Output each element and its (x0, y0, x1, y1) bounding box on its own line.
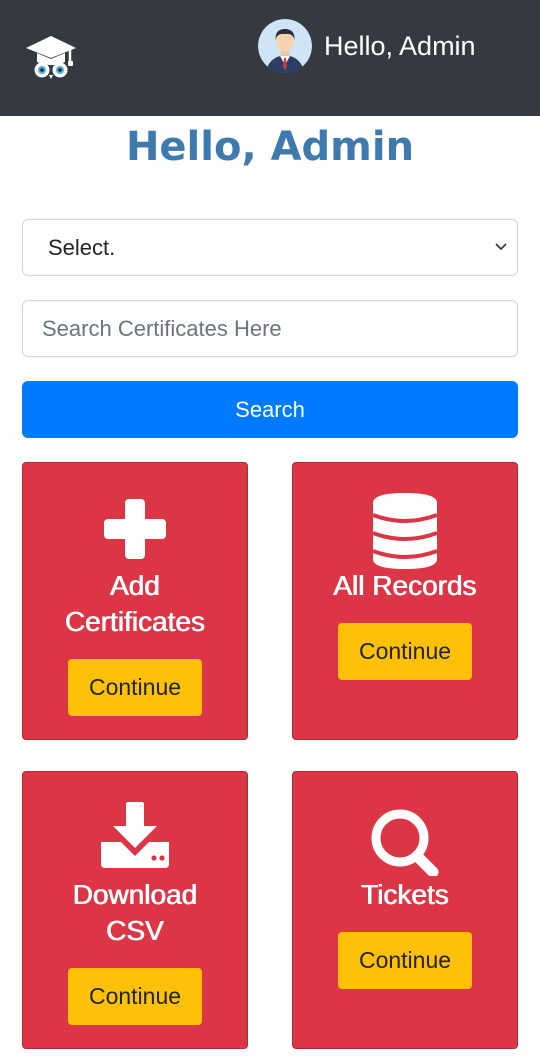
card-title: Add (110, 570, 160, 601)
card-title: Tickets (361, 879, 449, 910)
card-title-line2: Certificates (64, 606, 206, 637)
all-records-continue-button[interactable]: Continue (338, 623, 472, 680)
user-avatar-icon (258, 19, 312, 73)
database-icon (293, 493, 517, 569)
search-button[interactable]: Search (22, 381, 518, 438)
search-icon (293, 808, 517, 876)
user-menu[interactable]: Hello, Admin (258, 18, 476, 74)
download-icon (23, 802, 247, 868)
card-title: All Records (333, 570, 477, 601)
search-input[interactable] (22, 300, 518, 357)
graduation-owl-icon[interactable] (24, 34, 78, 80)
select-value: Select. (48, 234, 116, 260)
top-navbar: Hello, Admin (0, 0, 540, 116)
add-certificates-card[interactable]: Add Certificates Continue (22, 462, 248, 740)
chevron-down-icon (493, 238, 509, 254)
all-records-card[interactable]: All Records Continue (292, 462, 518, 740)
header-greeting: Hello, Admin (324, 30, 476, 61)
card-title-line2: CSV (106, 915, 164, 946)
download-csv-continue-button[interactable]: Continue (68, 968, 202, 1025)
category-select[interactable]: Select. (22, 219, 518, 276)
card-title: Download (72, 879, 198, 910)
tickets-continue-button[interactable]: Continue (338, 932, 472, 989)
page-title: Hello, Admin (125, 124, 415, 170)
plus-icon (23, 499, 247, 559)
add-certificates-continue-button[interactable]: Continue (68, 659, 202, 716)
download-csv-card[interactable]: Download CSV Continue (22, 771, 248, 1049)
tickets-card[interactable]: Tickets Continue (292, 771, 518, 1049)
